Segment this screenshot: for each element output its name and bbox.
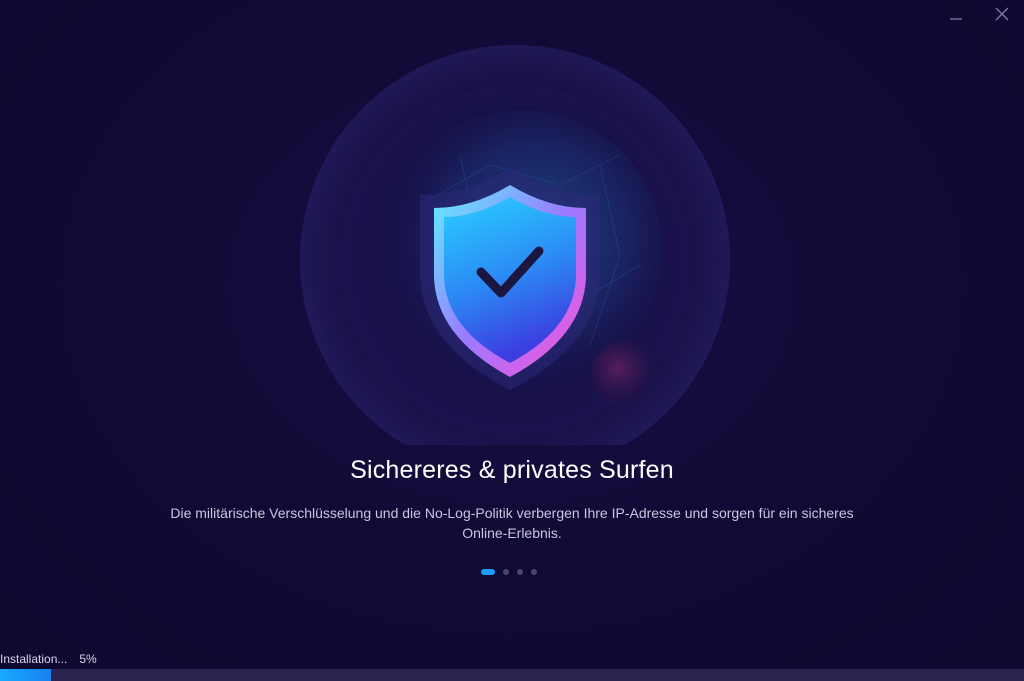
close-icon <box>995 7 1009 21</box>
carousel-dot-2[interactable] <box>503 569 509 575</box>
window-controls <box>944 4 1014 24</box>
shield-hero-illustration <box>300 45 730 445</box>
carousel-dot-1[interactable] <box>481 569 495 575</box>
installer-window: Sichereres & privates Surfen Die militär… <box>0 0 1024 681</box>
install-percent: 5% <box>79 652 97 666</box>
install-status: Installation... 5% <box>0 652 97 666</box>
minimize-icon <box>950 18 962 20</box>
carousel-dot-3[interactable] <box>517 569 523 575</box>
install-progress-bar <box>0 669 1024 681</box>
install-status-label: Installation... <box>0 652 68 666</box>
slide-description-line-2: Online-Erlebnis. <box>462 525 562 541</box>
slide-description: Die militärische Verschlüsselung und die… <box>112 503 912 543</box>
install-progress-fill <box>0 669 52 681</box>
slide-title: Sichereres & privates Surfen <box>350 456 674 484</box>
planet-decoration <box>591 341 659 409</box>
minimize-button[interactable] <box>944 4 968 24</box>
carousel-dot-4[interactable] <box>531 569 537 575</box>
slide-description-line-1: Die militärische Verschlüsselung und die… <box>170 505 854 521</box>
carousel-dots <box>481 569 537 575</box>
close-button[interactable] <box>990 4 1014 24</box>
